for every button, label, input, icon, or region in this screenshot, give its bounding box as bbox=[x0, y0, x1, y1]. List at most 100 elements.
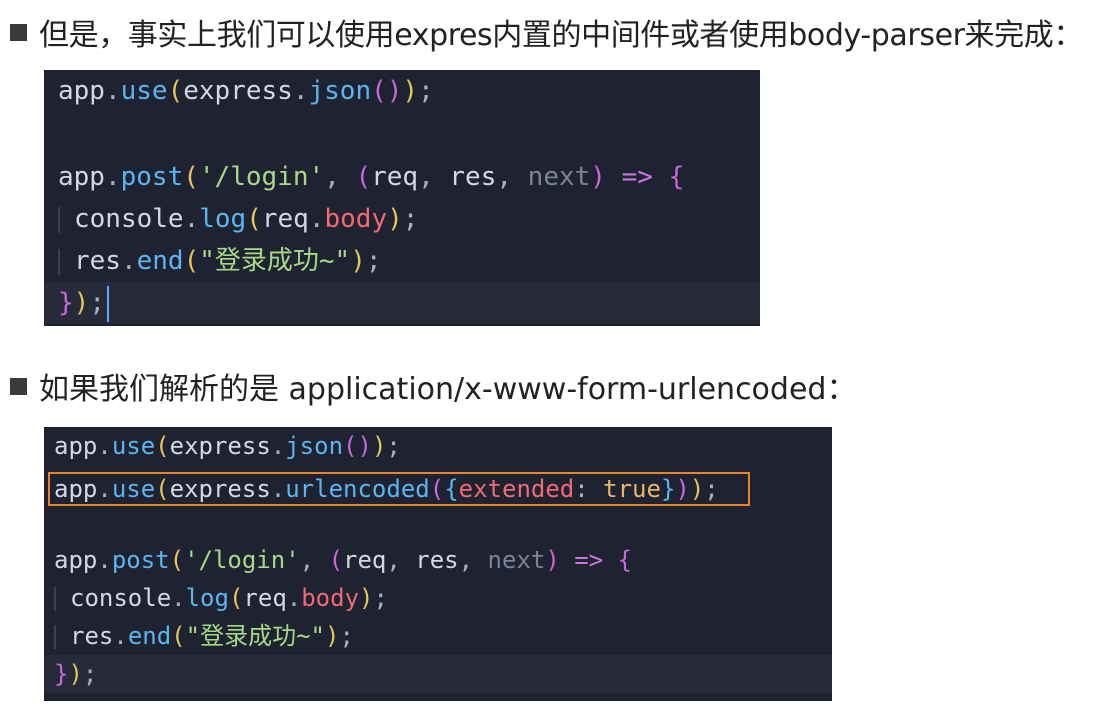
code-token: ) bbox=[590, 162, 606, 192]
code-token: => bbox=[559, 546, 618, 574]
code-line: res.end("登录成功~"); bbox=[44, 617, 832, 655]
code-token: ; bbox=[89, 288, 105, 318]
text-cursor bbox=[106, 285, 109, 322]
code-token: { bbox=[668, 162, 685, 192]
highlight-box bbox=[48, 472, 750, 506]
code-token: ) bbox=[359, 584, 374, 612]
code-token: } bbox=[54, 660, 69, 688]
code-token: . bbox=[120, 246, 137, 276]
code-token: next bbox=[487, 546, 546, 574]
code-token: { bbox=[617, 546, 633, 574]
code-token: } bbox=[58, 288, 74, 318]
code-token: ; bbox=[418, 76, 434, 106]
code-token: ; bbox=[373, 584, 388, 612]
code-token: ( bbox=[355, 162, 372, 192]
code-token: ; bbox=[339, 622, 354, 650]
square-bullet-icon bbox=[10, 377, 27, 395]
code-token: , bbox=[458, 546, 488, 574]
code-token: res bbox=[449, 162, 497, 192]
code-token: body bbox=[301, 584, 360, 612]
code-token: . bbox=[292, 76, 309, 106]
code-token: post bbox=[111, 546, 170, 574]
indent-guide bbox=[54, 587, 56, 611]
code-line: app.use(express.json()); bbox=[44, 427, 832, 465]
code-token: res bbox=[415, 546, 459, 574]
code-token: json bbox=[308, 76, 372, 106]
code-block-json: app.use(express.json()); app.post('/logi… bbox=[44, 70, 760, 326]
code-token: ) bbox=[324, 622, 340, 650]
code-line: app.use(express.json()); bbox=[44, 70, 760, 112]
code-token: use bbox=[111, 432, 156, 460]
code-token: => bbox=[605, 162, 669, 192]
code-token: , bbox=[386, 546, 416, 574]
code-token: req bbox=[371, 162, 419, 192]
code-token: , bbox=[418, 162, 450, 192]
section-heading-urlencoded: 如果我们解析的是 application/x-www-form-urlencod… bbox=[10, 366, 857, 407]
heading-text: 如果我们解析的是 application/x-www-form-urlencod… bbox=[39, 372, 857, 407]
code-token: ( bbox=[167, 76, 184, 106]
code-token: ) bbox=[73, 288, 90, 318]
code-token: '/login' bbox=[198, 162, 325, 192]
code-token: ) bbox=[68, 660, 83, 688]
heading-text: 但是，事实上我们可以使用expres内置的中间件或者使用body-parser来… bbox=[39, 18, 1083, 53]
code-token: res bbox=[74, 246, 121, 276]
code-token: . bbox=[171, 584, 186, 612]
code-token: ; bbox=[365, 246, 382, 276]
code-token: . bbox=[97, 546, 112, 574]
code-token: console bbox=[70, 584, 172, 612]
code-token: app bbox=[58, 76, 105, 106]
code-token: post bbox=[120, 162, 184, 192]
section-heading-express-json: 但是，事实上我们可以使用expres内置的中间件或者使用body-parser来… bbox=[10, 12, 1083, 53]
code-token: . bbox=[97, 432, 112, 460]
code-token: log bbox=[199, 204, 247, 234]
code-token: log bbox=[185, 584, 229, 612]
code-line: res.end("登录成功~"); bbox=[44, 240, 760, 282]
code-token: () bbox=[371, 76, 403, 106]
code-token: ) bbox=[350, 246, 366, 276]
code-token: console bbox=[74, 204, 184, 234]
code-token: ( bbox=[246, 204, 262, 234]
code-token: ( bbox=[183, 246, 200, 276]
code-token: ) bbox=[545, 546, 560, 574]
code-token: ) bbox=[402, 76, 419, 106]
code-token: end bbox=[127, 622, 172, 650]
code-token: , bbox=[324, 162, 356, 192]
code-token: , bbox=[496, 162, 528, 192]
code-token: ( bbox=[169, 546, 185, 574]
code-token: ; bbox=[82, 660, 98, 688]
code-block-urlencoded: app.use(express.json()); app.use(express… bbox=[44, 427, 832, 701]
code-token: ( bbox=[328, 546, 344, 574]
code-token: app bbox=[58, 162, 105, 192]
code-token: res bbox=[70, 622, 114, 650]
code-line-current: }); bbox=[44, 655, 832, 693]
code-token: express bbox=[183, 76, 293, 106]
code-token: body bbox=[324, 204, 388, 234]
code-line: app.post('/login', (req, res, next) => { bbox=[44, 156, 760, 198]
code-line: app.post('/login', (req, res, next) => { bbox=[44, 541, 832, 579]
code-token: . bbox=[286, 584, 302, 612]
code-token: . bbox=[104, 76, 121, 106]
code-token: . bbox=[183, 204, 200, 234]
code-token: ; bbox=[402, 204, 419, 234]
code-token: . bbox=[308, 204, 325, 234]
code-token: , bbox=[299, 546, 329, 574]
code-token: "登录成功~" bbox=[199, 246, 351, 276]
code-token: json bbox=[285, 432, 344, 460]
code-token: ( bbox=[183, 162, 199, 192]
code-token: "登录成功~" bbox=[185, 622, 325, 650]
code-token: req bbox=[261, 204, 309, 234]
code-token: next bbox=[527, 162, 591, 192]
code-token: app bbox=[54, 432, 98, 460]
code-token: ( bbox=[155, 432, 170, 460]
indent-guide bbox=[58, 206, 60, 233]
code-token: end bbox=[136, 246, 184, 276]
code-token: express bbox=[169, 432, 271, 460]
code-token: ; bbox=[386, 432, 401, 460]
code-token: use bbox=[120, 76, 168, 106]
code-token: app bbox=[54, 546, 98, 574]
square-bullet-icon bbox=[10, 23, 27, 41]
indent-guide bbox=[54, 625, 56, 649]
code-line: console.log(req.body); bbox=[44, 198, 760, 240]
code-token: ) bbox=[387, 204, 403, 234]
code-token: . bbox=[113, 622, 128, 650]
